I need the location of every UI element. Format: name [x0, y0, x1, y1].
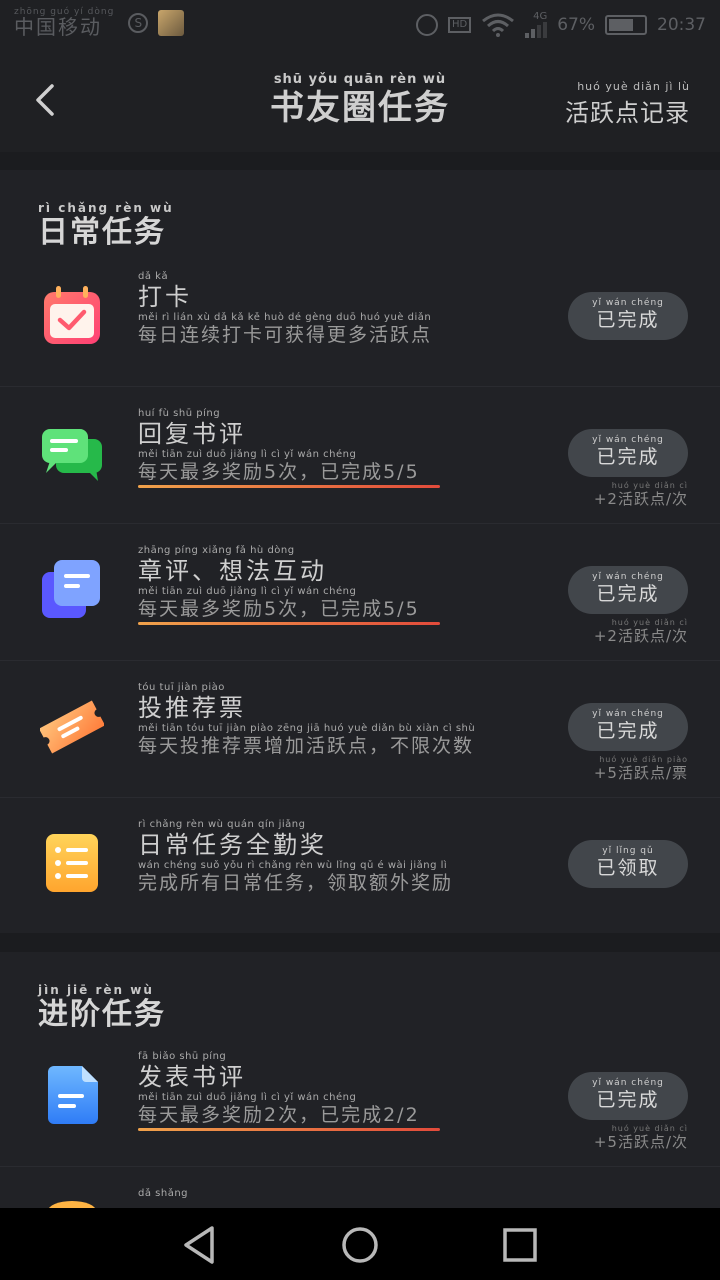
advanced-tasks-section: jìn jiē rèn wù 进阶任务 fā biǎo shū píng 发表书…: [0, 952, 720, 1212]
system-nav-bar: [0, 1208, 720, 1280]
header: shū yǒu quān rèn wù 书友圈任务 huó yuè diǎn j…: [0, 52, 720, 152]
task-desc: 每天投推荐票增加活跃点，不限次数: [138, 735, 475, 757]
task-row-tip: dǎ shǎng: [0, 1167, 720, 1212]
task-row-chapter-comments: zhāng píng xiǎng fǎ hù dòng 章评、想法互动 měi …: [0, 524, 720, 661]
task-status-button[interactable]: yǐ lǐng qǔ 已领取: [568, 840, 688, 888]
task-desc-pinyin: měi tiān zuì duō jiǎng lì cì yǐ wán chén…: [138, 1092, 357, 1103]
button-pinyin: yǐ lǐng qǔ: [602, 846, 654, 856]
section-title: 日常任务: [38, 215, 166, 250]
task-desc: 每天最多奖励5次，已完成5/5: [138, 598, 420, 620]
task-desc: 每天最多奖励2次，已完成2/2: [138, 1104, 420, 1126]
task-title: 回复书评: [138, 420, 246, 448]
task-desc: 完成所有日常任务，领取额外奖励: [138, 872, 454, 894]
status-bar: zhōng guó yí dòng 中国移动 S HD 4G 67% 20:37: [0, 0, 720, 52]
ticket-icon: [40, 700, 104, 754]
task-desc-pinyin: měi tiān tóu tuī jiàn piào zēng jiā huó …: [138, 723, 476, 734]
task-row-checkin: dǎ kǎ 打卡 měi rì lián xù dǎ kǎ kě huò dé …: [0, 250, 720, 387]
document-icon: [48, 1066, 98, 1124]
task-title: 打卡: [138, 283, 192, 311]
battery-icon: [605, 15, 647, 35]
task-title-pinyin: dǎ kǎ: [138, 271, 169, 282]
chat-bubbles-icon: [42, 429, 102, 481]
activity-records-label: 活跃点记录: [565, 99, 690, 127]
app-notification-icon: S: [128, 12, 149, 33]
task-status-button[interactable]: yǐ wán chéng 已完成: [568, 292, 688, 340]
button-label: 已完成: [596, 720, 660, 742]
network-type: 4G: [533, 11, 548, 22]
reward-info: huó yuè diǎn cì +5活跃点/次: [594, 1124, 688, 1150]
task-title: 章评、想法互动: [138, 557, 327, 585]
button-pinyin: yǐ wán chéng: [592, 1078, 664, 1088]
task-title-pinyin: dǎ shǎng: [138, 1188, 189, 1199]
section-title: 进阶任务: [38, 997, 166, 1032]
section-title-pinyin: jìn jiē rèn wù: [38, 983, 154, 997]
signal-icon: 4G: [525, 11, 548, 38]
task-row-recommend-ticket: tóu tuī jiàn piào 投推荐票 měi tiān tóu tuī …: [0, 661, 720, 798]
section-header: jìn jiē rèn wù 进阶任务: [38, 984, 166, 1033]
task-status-button[interactable]: yǐ wán chéng 已完成: [568, 1072, 688, 1120]
section-title-pinyin: rì chǎng rèn wù: [38, 201, 174, 215]
task-title-pinyin: huí fù shū píng: [138, 408, 221, 419]
button-label: 已完成: [596, 583, 660, 605]
page-title-text: 书友圈任务: [270, 88, 450, 128]
button-label: 已领取: [596, 857, 660, 879]
reward-info: huó yuè diǎn cì +2活跃点/次: [594, 481, 688, 507]
task-desc-pinyin: měi tiān zuì duō jiǎng lì cì yǐ wán chén…: [138, 449, 357, 460]
clock: 20:37: [657, 15, 706, 35]
nav-recents-icon[interactable]: [499, 1224, 541, 1266]
task-status-button[interactable]: yǐ wán chéng 已完成: [568, 566, 688, 614]
button-pinyin: yǐ wán chéng: [592, 298, 664, 308]
button-pinyin: yǐ wán chéng: [592, 572, 664, 582]
task-title: 投推荐票: [138, 694, 246, 722]
task-status-button[interactable]: yǐ wán chéng 已完成: [568, 429, 688, 477]
activity-records-pinyin: huó yuè diǎn jì lù: [577, 80, 690, 93]
activity-records-link[interactable]: huó yuè diǎn jì lù 活跃点记录: [565, 80, 690, 128]
task-status-button[interactable]: yǐ wán chéng 已完成: [568, 703, 688, 751]
task-desc: 每天最多奖励5次，已完成5/5: [138, 461, 420, 483]
task-title-pinyin: rì chǎng rèn wù quán qín jiǎng: [138, 819, 306, 830]
task-title-pinyin: zhāng píng xiǎng fǎ hù dòng: [138, 545, 295, 556]
reward-info: huó yuè diǎn cì +2活跃点/次: [594, 618, 688, 644]
checklist-icon: [46, 834, 98, 892]
task-title-pinyin: fā biǎo shū píng: [138, 1051, 227, 1062]
reward-text: +5活跃点/次: [593, 1133, 688, 1151]
notification-avatar-icon: [158, 9, 185, 36]
alarm-icon: [415, 14, 438, 36]
progress-underline: [138, 622, 440, 625]
battery-percent: 67%: [557, 15, 595, 35]
button-label: 已完成: [596, 1089, 660, 1111]
task-row-post-review: fā biǎo shū píng 发表书评 měi tiān zuì duō j…: [0, 1030, 720, 1167]
calendar-check-icon: [44, 286, 100, 344]
task-desc: 每日连续打卡可获得更多活跃点: [138, 324, 433, 346]
task-title: 发表书评: [138, 1063, 246, 1091]
nav-home-icon[interactable]: [339, 1224, 381, 1266]
task-desc-pinyin: wán chéng suǒ yǒu rì chǎng rèn wù lǐng q…: [138, 860, 448, 871]
task-desc-pinyin: měi tiān zuì duō jiǎng lì cì yǐ wán chén…: [138, 586, 357, 597]
reward-text: +2活跃点/次: [593, 627, 688, 645]
task-title-pinyin: tóu tuī jiàn piào: [138, 682, 225, 693]
hd-icon: HD: [447, 17, 472, 33]
button-label: 已完成: [596, 309, 660, 331]
carrier-name: 中国移动: [14, 15, 102, 39]
wifi-icon: [482, 13, 515, 37]
task-title: 日常任务全勤奖: [138, 831, 327, 859]
button-label: 已完成: [596, 446, 660, 468]
stacked-cards-icon: [42, 560, 100, 618]
reward-info: huó yuè diǎn piào +5活跃点/票: [594, 755, 688, 781]
daily-tasks-section: rì chǎng rèn wù 日常任务 dǎ kǎ 打卡 měi rì liá…: [0, 170, 720, 933]
task-row-reply-review: huí fù shū píng 回复书评 měi tiān zuì duō ji…: [0, 387, 720, 524]
button-pinyin: yǐ wán chéng: [592, 709, 664, 719]
task-row-full-attendance: rì chǎng rèn wù quán qín jiǎng 日常任务全勤奖 w…: [0, 798, 720, 935]
progress-underline: [138, 1128, 440, 1131]
nav-back-icon[interactable]: [178, 1224, 220, 1266]
task-desc-pinyin: měi rì lián xù dǎ kǎ kě huò dé gèng duō …: [138, 312, 432, 323]
reward-text: +2活跃点/次: [593, 490, 688, 508]
button-pinyin: yǐ wán chéng: [592, 435, 664, 445]
reward-text: +5活跃点/票: [593, 764, 688, 782]
section-header: rì chǎng rèn wù 日常任务: [38, 202, 174, 251]
progress-underline: [138, 485, 440, 488]
